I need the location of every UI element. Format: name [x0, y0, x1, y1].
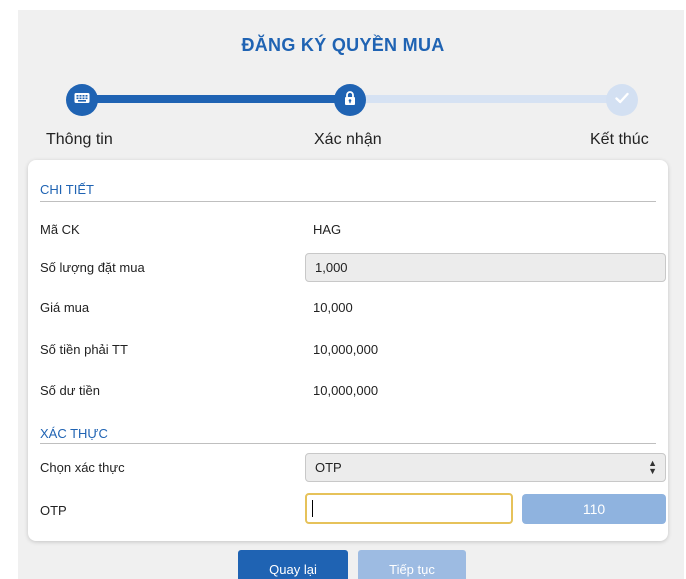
continue-button[interactable]: Tiếp tục	[358, 550, 466, 579]
stock-code-label: Mã CK	[40, 222, 80, 237]
step-confirm-circle	[334, 84, 366, 116]
price-label: Giá mua	[40, 300, 90, 315]
amount-due-value: 10,000,000	[313, 342, 379, 357]
quantity-label: Số lượng đặt mua	[40, 260, 145, 275]
otp-label: OTP	[40, 503, 67, 518]
select-arrows-icon: ▲ ▼	[648, 458, 657, 476]
auth-method-select[interactable]: OTP ▲ ▼	[305, 453, 666, 482]
auth-method-value: OTP	[315, 460, 342, 475]
balance-label: Số dư tiền	[40, 383, 101, 398]
step-label-info: Thông tin	[46, 131, 113, 148]
otp-countdown-button[interactable]: 110	[522, 494, 666, 524]
details-section-title: CHI TIẾT	[40, 182, 94, 197]
step-label-finish: Kết thúc	[590, 131, 649, 148]
stepper-track-completed	[82, 95, 350, 103]
details-divider	[40, 201, 656, 202]
order-card: CHI TIẾT Mã CK HAG Số lượng đặt mua 1,00…	[28, 160, 668, 541]
price-value: 10,000	[313, 300, 353, 315]
keyboard-icon	[74, 91, 90, 109]
step-info-circle	[66, 84, 98, 116]
otp-input[interactable]	[305, 493, 513, 524]
text-caret	[312, 500, 313, 517]
auth-section-title: XÁC THỰC	[40, 426, 108, 441]
balance-value: 10,000,000	[313, 383, 379, 398]
step-label-confirm: Xác nhận	[314, 131, 382, 148]
back-button[interactable]: Quay lại	[238, 550, 348, 579]
auth-method-label: Chọn xác thực	[40, 460, 125, 475]
step-finish-circle	[606, 84, 638, 116]
amount-due-label: Số tiền phải TT	[40, 342, 128, 357]
stock-code-value: HAG	[313, 222, 342, 237]
check-icon	[615, 91, 629, 109]
quantity-field: 1,000	[305, 253, 666, 282]
page-title: ĐĂNG KÝ QUYỀN MUA	[241, 35, 445, 55]
auth-divider	[40, 443, 656, 444]
stepper-track-pending	[350, 95, 630, 103]
lock-icon	[344, 90, 356, 110]
